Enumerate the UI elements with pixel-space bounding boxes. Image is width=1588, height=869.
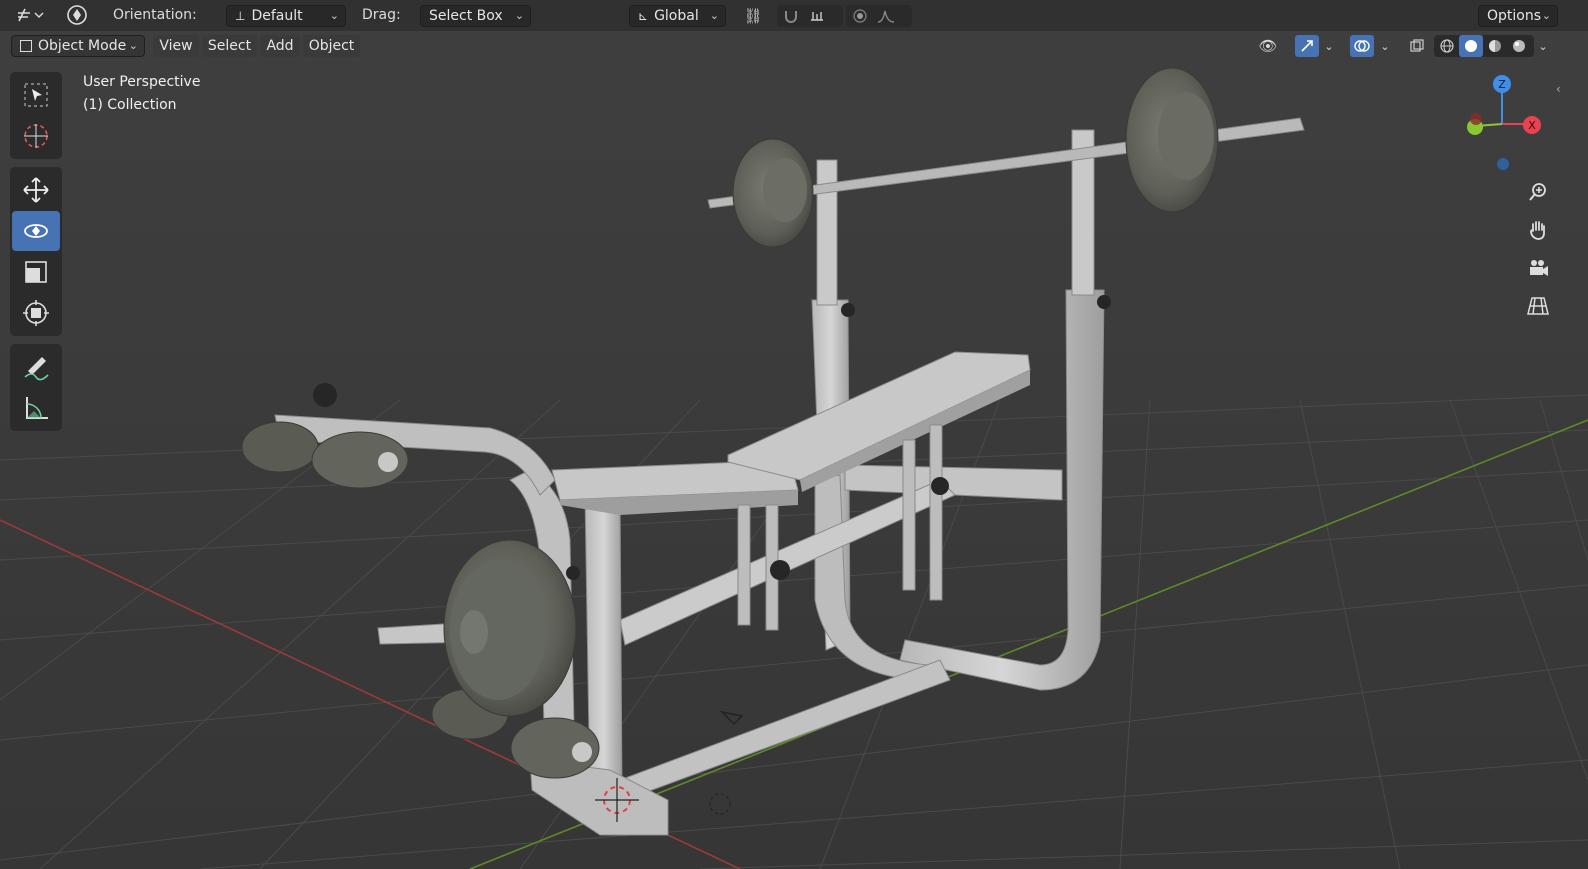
transform-space-dropdown[interactable]: ⊾ Global ⌄: [629, 5, 726, 27]
z-axis-label: Z: [1498, 78, 1506, 91]
object-mode-icon: [20, 40, 32, 52]
menu-view[interactable]: View: [153, 35, 199, 57]
global-axis-icon: ⊾: [638, 9, 649, 23]
tool-settings-bar: Orientation: ⊥ Default ⌄ Drag: Select Bo…: [0, 0, 1588, 31]
editor-type-icon[interactable]: [12, 4, 48, 26]
navigation-gizmo[interactable]: Z X: [1462, 72, 1542, 182]
drag-label: Drag:: [362, 7, 401, 23]
transform-tool[interactable]: [12, 293, 60, 333]
annotate-tool[interactable]: [12, 347, 60, 387]
mode-value: Object Mode: [38, 38, 127, 54]
toolgroup-transform: [10, 167, 62, 336]
snapping-group: [777, 5, 843, 27]
neg-x-axis-handle[interactable]: [1470, 113, 1482, 125]
orientation-value: Default: [251, 8, 303, 24]
drag-dropdown[interactable]: Select Box ⌄: [420, 5, 531, 27]
shading-group: [1434, 35, 1534, 57]
select-box-icon: [24, 83, 48, 107]
chevron-down-icon: ⌄: [709, 9, 719, 22]
solid-shading-icon[interactable]: [1459, 35, 1483, 57]
scale-tool[interactable]: [12, 252, 60, 292]
rendered-shading-icon[interactable]: [1507, 35, 1531, 57]
orientation-label: Orientation:: [113, 7, 197, 23]
pan-hand-icon[interactable]: [1522, 214, 1554, 246]
transform-space-value: Global: [654, 8, 699, 24]
transform-pivot-icon[interactable]: [62, 4, 92, 26]
menu-add[interactable]: Add: [260, 35, 300, 57]
snap-toggle-icon[interactable]: [779, 5, 803, 27]
measure-tool[interactable]: [12, 388, 60, 428]
sidebar-toggle-icon[interactable]: ‹: [1556, 82, 1561, 96]
chevron-down-icon[interactable]: ⌄: [1376, 35, 1394, 57]
proportional-editing-icon[interactable]: [848, 5, 872, 27]
material-shading-icon[interactable]: [1483, 35, 1507, 57]
transform-icon: [23, 300, 49, 326]
chevron-down-icon[interactable]: ⌄: [1320, 35, 1338, 57]
zoom-icon[interactable]: [1522, 176, 1554, 208]
cursor-icon: [24, 124, 48, 148]
xray-toggle-icon[interactable]: [1405, 35, 1429, 57]
annotate-pencil-icon: [24, 357, 49, 381]
3d-viewport[interactable]: [0, 0, 1588, 869]
x-axis-label: X: [1528, 119, 1536, 132]
select-box-tool[interactable]: [12, 75, 60, 115]
chevron-down-icon: ⌄: [329, 9, 339, 22]
gizmo-toggle-icon[interactable]: [1295, 35, 1319, 57]
scale-icon: [25, 261, 47, 283]
toolgroup-select: [10, 72, 62, 159]
menu-object[interactable]: Object: [303, 35, 360, 57]
visibility-eye-icon[interactable]: 👁: [1250, 35, 1286, 57]
chevron-down-icon[interactable]: ⌄: [1534, 35, 1552, 57]
viewport-perspective-label: User Perspective: [83, 74, 201, 90]
measure-ruler-icon: [26, 397, 48, 419]
rotate-icon: [24, 224, 48, 238]
chevron-down-icon: ⌄: [128, 39, 138, 52]
mode-dropdown[interactable]: Object Mode ⌄: [11, 35, 145, 57]
options-dropdown[interactable]: Options ⌄: [1478, 5, 1558, 27]
perspective-grid-icon[interactable]: [1522, 290, 1554, 322]
viewport-collection-label: (1) Collection: [83, 97, 177, 113]
toolgroup-annotate: [10, 344, 62, 431]
menu-select[interactable]: Select: [202, 35, 257, 57]
overlays-toggle-icon[interactable]: [1350, 35, 1374, 57]
snap-increment-icon[interactable]: [805, 5, 829, 27]
move-icon: [23, 177, 49, 203]
viewport-header: Object Mode ⌄ View Select Add Object 👁 ⌄…: [0, 31, 1588, 62]
cursor-tool[interactable]: [12, 116, 60, 156]
orientation-axis-icon: ⊥: [235, 9, 246, 23]
camera-view-icon[interactable]: [1522, 252, 1554, 284]
chevron-down-icon: ⌄: [514, 9, 524, 22]
chevron-down-icon: ⌄: [1541, 9, 1551, 22]
wireframe-shading-icon[interactable]: [1435, 35, 1459, 57]
neg-z-axis-handle[interactable]: [1497, 158, 1509, 170]
move-tool[interactable]: [12, 170, 60, 210]
orientation-dropdown[interactable]: ⊥ Default ⌄: [226, 5, 346, 27]
proportional-editing-group: [846, 5, 912, 27]
drag-value: Select Box: [429, 8, 503, 24]
viewport-scene: [0, 0, 1588, 869]
falloff-curve-icon[interactable]: [874, 5, 898, 27]
tool-shelf: [10, 72, 62, 439]
options-label: Options: [1487, 8, 1542, 24]
pivot-point-icon[interactable]: ⛓: [735, 5, 771, 27]
rotate-tool[interactable]: [12, 211, 60, 251]
